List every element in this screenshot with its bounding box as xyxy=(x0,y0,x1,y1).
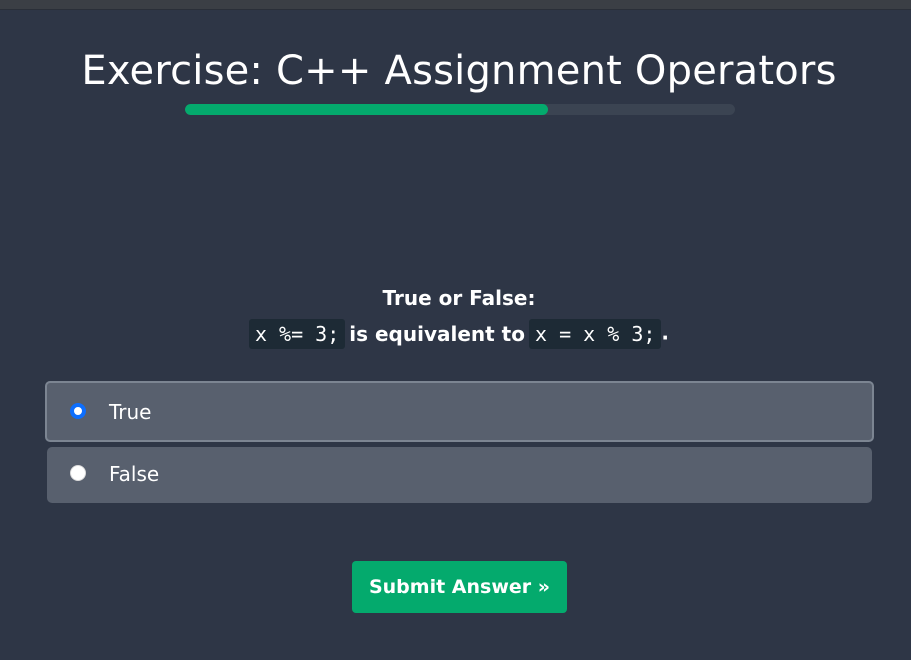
radio-selected-icon[interactable] xyxy=(70,403,86,419)
page-title: Exercise: C++ Assignment Operators xyxy=(81,48,837,94)
answer-option-true[interactable]: True xyxy=(45,381,874,442)
code-snippet-left: x %= 3; xyxy=(248,319,346,349)
question-middle-text: is equivalent to xyxy=(349,322,525,346)
question-statement: x %= 3; is equivalent to x = x % 3;. xyxy=(0,319,911,349)
code-snippet-right: x = x % 3; xyxy=(528,319,662,349)
answer-option-label: True xyxy=(109,400,152,424)
answer-option-false[interactable]: False xyxy=(47,447,872,503)
question-heading: True or False: xyxy=(382,286,536,310)
answer-option-label: False xyxy=(109,462,160,486)
progress-bar-fill xyxy=(185,104,548,115)
radio-unselected-icon[interactable] xyxy=(70,465,86,481)
progress-bar xyxy=(185,104,735,115)
question-trailing-period: . xyxy=(661,320,670,345)
browser-top-strip xyxy=(0,0,911,10)
submit-answer-button[interactable]: Submit Answer » xyxy=(352,561,567,613)
